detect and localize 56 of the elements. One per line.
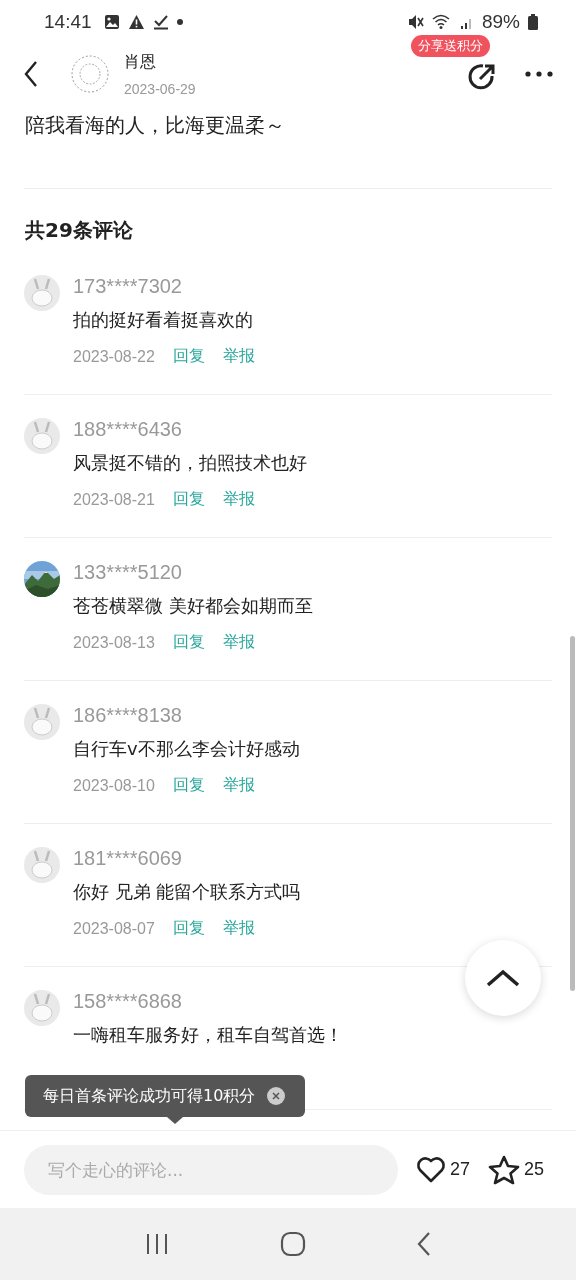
comment-date: 2023-08-21	[73, 490, 155, 509]
report-link[interactable]: 举报	[222, 346, 255, 367]
reply-link[interactable]: 回复	[172, 918, 205, 939]
user-name[interactable]: 173****7302	[73, 275, 255, 308]
comment-input-field[interactable]: 写个走心的评论...	[24, 1144, 398, 1195]
checkmark-icon	[152, 14, 169, 30]
recent-apps-icon[interactable]	[145, 1233, 170, 1255]
heart-icon[interactable]	[416, 1155, 446, 1184]
post-date: 2023-06-29	[124, 80, 196, 97]
comment-date: 2023-08-10	[73, 776, 155, 795]
battery-level: 89%	[481, 11, 520, 33]
share-points-badge: 分享送积分	[411, 35, 490, 57]
battery-icon	[528, 14, 538, 30]
reply-link[interactable]: 回复	[172, 489, 205, 510]
wifi-icon	[431, 14, 452, 30]
user-name[interactable]: 186****8138	[73, 704, 300, 737]
close-icon[interactable]	[267, 1087, 286, 1105]
user-name[interactable]: 181****6069	[73, 847, 301, 880]
comment-date: 2023-08-07	[73, 919, 155, 938]
comment-text: 你好 兄弟 能留个联系方式吗	[73, 880, 301, 904]
comment-text: 一嗨租车服务好，租车自驾首选！	[73, 1023, 343, 1047]
comment-text: 自行车v不那么李会计好感动	[73, 737, 300, 761]
comments-heading: 共29条评论	[24, 217, 134, 244]
report-link[interactable]: 举报	[222, 489, 255, 510]
warning-icon	[127, 14, 145, 30]
more-icon[interactable]	[524, 70, 554, 78]
user-name[interactable]: 188****6436	[73, 418, 307, 451]
star-icon[interactable]	[488, 1154, 521, 1185]
back-nav-icon[interactable]	[416, 1231, 431, 1257]
status-time: 14:41	[44, 11, 92, 33]
comment-text: 苍苍横翠微 美好都会如期而至	[73, 594, 313, 618]
report-link[interactable]: 举报	[222, 632, 255, 653]
mute-icon	[407, 14, 424, 30]
favorite-count: 25	[524, 1159, 545, 1180]
home-icon[interactable]	[280, 1231, 306, 1257]
comment-text: 拍的挺好看着挺喜欢的	[73, 308, 254, 332]
toast-text: 每日首条评论成功可得10积分	[43, 1085, 256, 1107]
reply-link[interactable]: 回复	[172, 775, 205, 796]
caret-up-icon	[485, 968, 521, 988]
scroll-to-top-button[interactable]	[465, 940, 541, 1016]
comment-date: 2023-08-13	[73, 633, 155, 652]
author-name[interactable]: 肖恩	[124, 51, 196, 73]
like-count: 27	[450, 1159, 471, 1180]
report-link[interactable]: 举报	[222, 918, 255, 939]
reply-link[interactable]: 回复	[172, 632, 205, 653]
scrollbar[interactable]	[570, 636, 575, 991]
reply-link[interactable]: 回复	[172, 346, 205, 367]
user-name[interactable]: 158****6868	[73, 990, 343, 1023]
comment-date: 2023-08-22	[73, 347, 155, 366]
post-text: 陪我看海的人，比海更温柔～	[24, 112, 286, 139]
report-link[interactable]: 举报	[222, 775, 255, 796]
image-icon	[103, 14, 120, 30]
comment-text: 风景挺不错的，拍照技术也好	[73, 451, 307, 475]
dot-icon	[176, 19, 183, 25]
user-name[interactable]: 133****5120	[73, 561, 313, 594]
back-icon[interactable]	[24, 60, 38, 88]
